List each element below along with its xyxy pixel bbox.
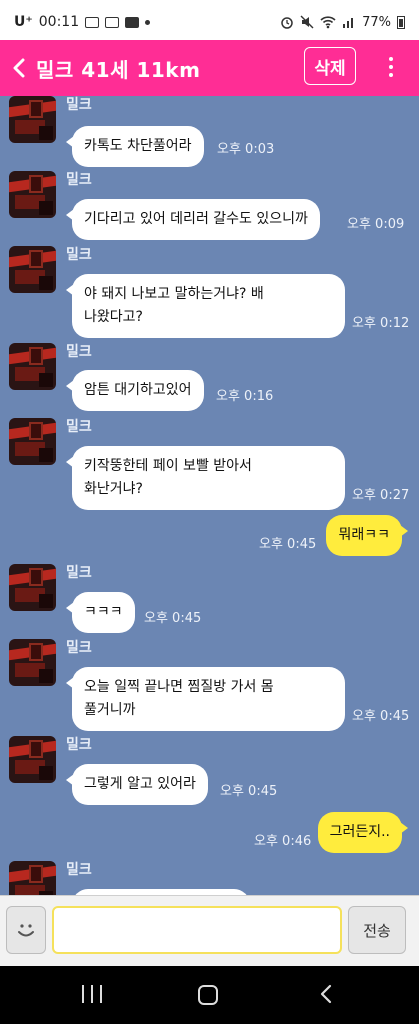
message-bubble[interactable]: 기다리고 있어 데리러 갈수도 있으니까	[66, 199, 320, 240]
avatar[interactable]	[9, 736, 56, 783]
more-vertical-icon	[389, 57, 393, 61]
message-time: 오후 0:27	[352, 488, 410, 503]
sender-name: 밀크	[66, 640, 92, 656]
alarm-icon	[281, 17, 293, 29]
message-time: 오후 0:16	[216, 389, 274, 404]
signal-icon	[343, 18, 354, 28]
message-bubble[interactable]: 야 돼지 나보고 말하는거냐? 배 나왔다고?	[66, 274, 345, 338]
message-time: 오후 0:45	[352, 709, 410, 724]
avatar[interactable]	[9, 246, 56, 293]
smiley-icon	[18, 924, 34, 937]
sender-name: 밀크	[66, 97, 92, 113]
sender-name: 밀크	[66, 419, 92, 435]
message-time: 오후 0:03	[217, 142, 275, 157]
video-notification-icon	[105, 16, 120, 28]
message-bubble[interactable]: 오늘 일찍 끝나면 찜질방 가서 몸 풀거니까	[66, 667, 345, 731]
avatar[interactable]	[9, 171, 56, 218]
battery-icon	[397, 16, 405, 29]
sender-name: 밀크	[66, 247, 92, 263]
system-nav-bar	[0, 966, 419, 1024]
avatar[interactable]	[9, 639, 56, 686]
message-time: 오후 0:09	[347, 217, 405, 232]
message-text: 야 돼지 나보고 말하는거냐? 배	[84, 286, 264, 302]
recent-apps-button[interactable]	[82, 985, 102, 1005]
more-notifications-icon	[145, 19, 151, 25]
message-bubble[interactable]: 암튼 대기하고있어	[66, 370, 204, 411]
message-text: 기다리고 있어 데리러 갈수도 있으니까	[84, 211, 308, 227]
sender-name: 밀크	[66, 172, 92, 188]
message-time: 오후 0:45	[144, 611, 202, 626]
mute-icon	[300, 15, 314, 29]
chat-header: 밀크 41세 11km 삭제	[0, 40, 419, 96]
message-time: 오후 0:45	[220, 784, 278, 799]
message-text: ㅋㅋㅋ	[84, 604, 123, 620]
message-text: 풀거니까	[84, 702, 136, 718]
clock: 00:11	[38, 14, 80, 30]
message-bubble[interactable]: 뭐래ㅋㅋ	[326, 515, 408, 556]
message-text: 그러든지..	[329, 824, 390, 840]
carrier-label: U⁺	[14, 14, 33, 30]
status-bar: U⁺ 00:11 77%	[0, 0, 419, 44]
emoji-button[interactable]	[6, 906, 46, 954]
message-text: 카톡도 차단풀어라	[84, 138, 192, 154]
chat-area[interactable]: 밀크 카톡도 차단풀어라 오후 0:03 밀크 기다리고 있어 데리러 갈수도 …	[0, 96, 419, 895]
chevron-left-icon	[13, 58, 25, 78]
send-button[interactable]: 전송	[348, 906, 406, 954]
message-text: 나왔다고?	[84, 309, 143, 325]
message-bubble[interactable]: ㅋㅋㅋ	[66, 592, 135, 633]
sender-name: 밀크	[66, 737, 92, 753]
message-text: 키작뚱한테 페이 보빨 받아서	[84, 458, 252, 474]
message-text: 화난거냐?	[84, 481, 143, 497]
avatar[interactable]	[9, 343, 56, 390]
message-bubble[interactable]: 카톡도 차단풀어라	[66, 126, 204, 167]
avatar[interactable]	[9, 96, 56, 143]
back-button[interactable]	[4, 40, 34, 96]
battery-percent: 77%	[362, 14, 391, 30]
status-right: 77%	[280, 15, 405, 30]
sender-name: 밀크	[66, 565, 92, 581]
message-bubble[interactable]: 키작뚱한테 페이 보빨 받아서 화난거냐?	[66, 446, 345, 510]
back-arrow-icon	[320, 984, 332, 1004]
input-bar: 전송	[0, 895, 419, 966]
recent-apps-icon	[82, 985, 84, 1003]
message-text: 오늘 일찍 끝나면 찜질방 가서 몸	[84, 679, 274, 695]
message-time: 오후 0:45	[259, 537, 317, 552]
message-bubble[interactable]: 그러든지..	[317, 812, 409, 853]
app-notification-icon	[125, 16, 140, 28]
nav-back-button[interactable]	[316, 983, 336, 1005]
wifi-icon	[320, 16, 336, 29]
sender-name: 밀크	[66, 862, 92, 878]
message-text: 뭐래ㅋㅋ	[338, 527, 390, 543]
message-text: 그렇게 알고 있어라	[84, 776, 196, 792]
chat-title: 밀크 41세 11km	[36, 57, 201, 82]
more-menu-button[interactable]	[376, 50, 406, 84]
message-time: 오후 0:12	[352, 316, 410, 331]
status-left: U⁺ 00:11	[14, 14, 151, 30]
avatar[interactable]	[9, 418, 56, 465]
gallery-notification-icon	[85, 16, 100, 28]
message-input[interactable]	[52, 906, 342, 954]
home-button[interactable]	[198, 985, 218, 1005]
message-text: 암튼 대기하고있어	[84, 382, 192, 398]
avatar[interactable]	[9, 564, 56, 611]
message-bubble[interactable]: 그렇게 알고 있어라	[66, 764, 208, 805]
avatar[interactable]	[9, 861, 56, 895]
message-time: 오후 0:46	[254, 834, 312, 849]
sender-name: 밀크	[66, 344, 92, 360]
delete-button[interactable]: 삭제	[304, 47, 356, 85]
